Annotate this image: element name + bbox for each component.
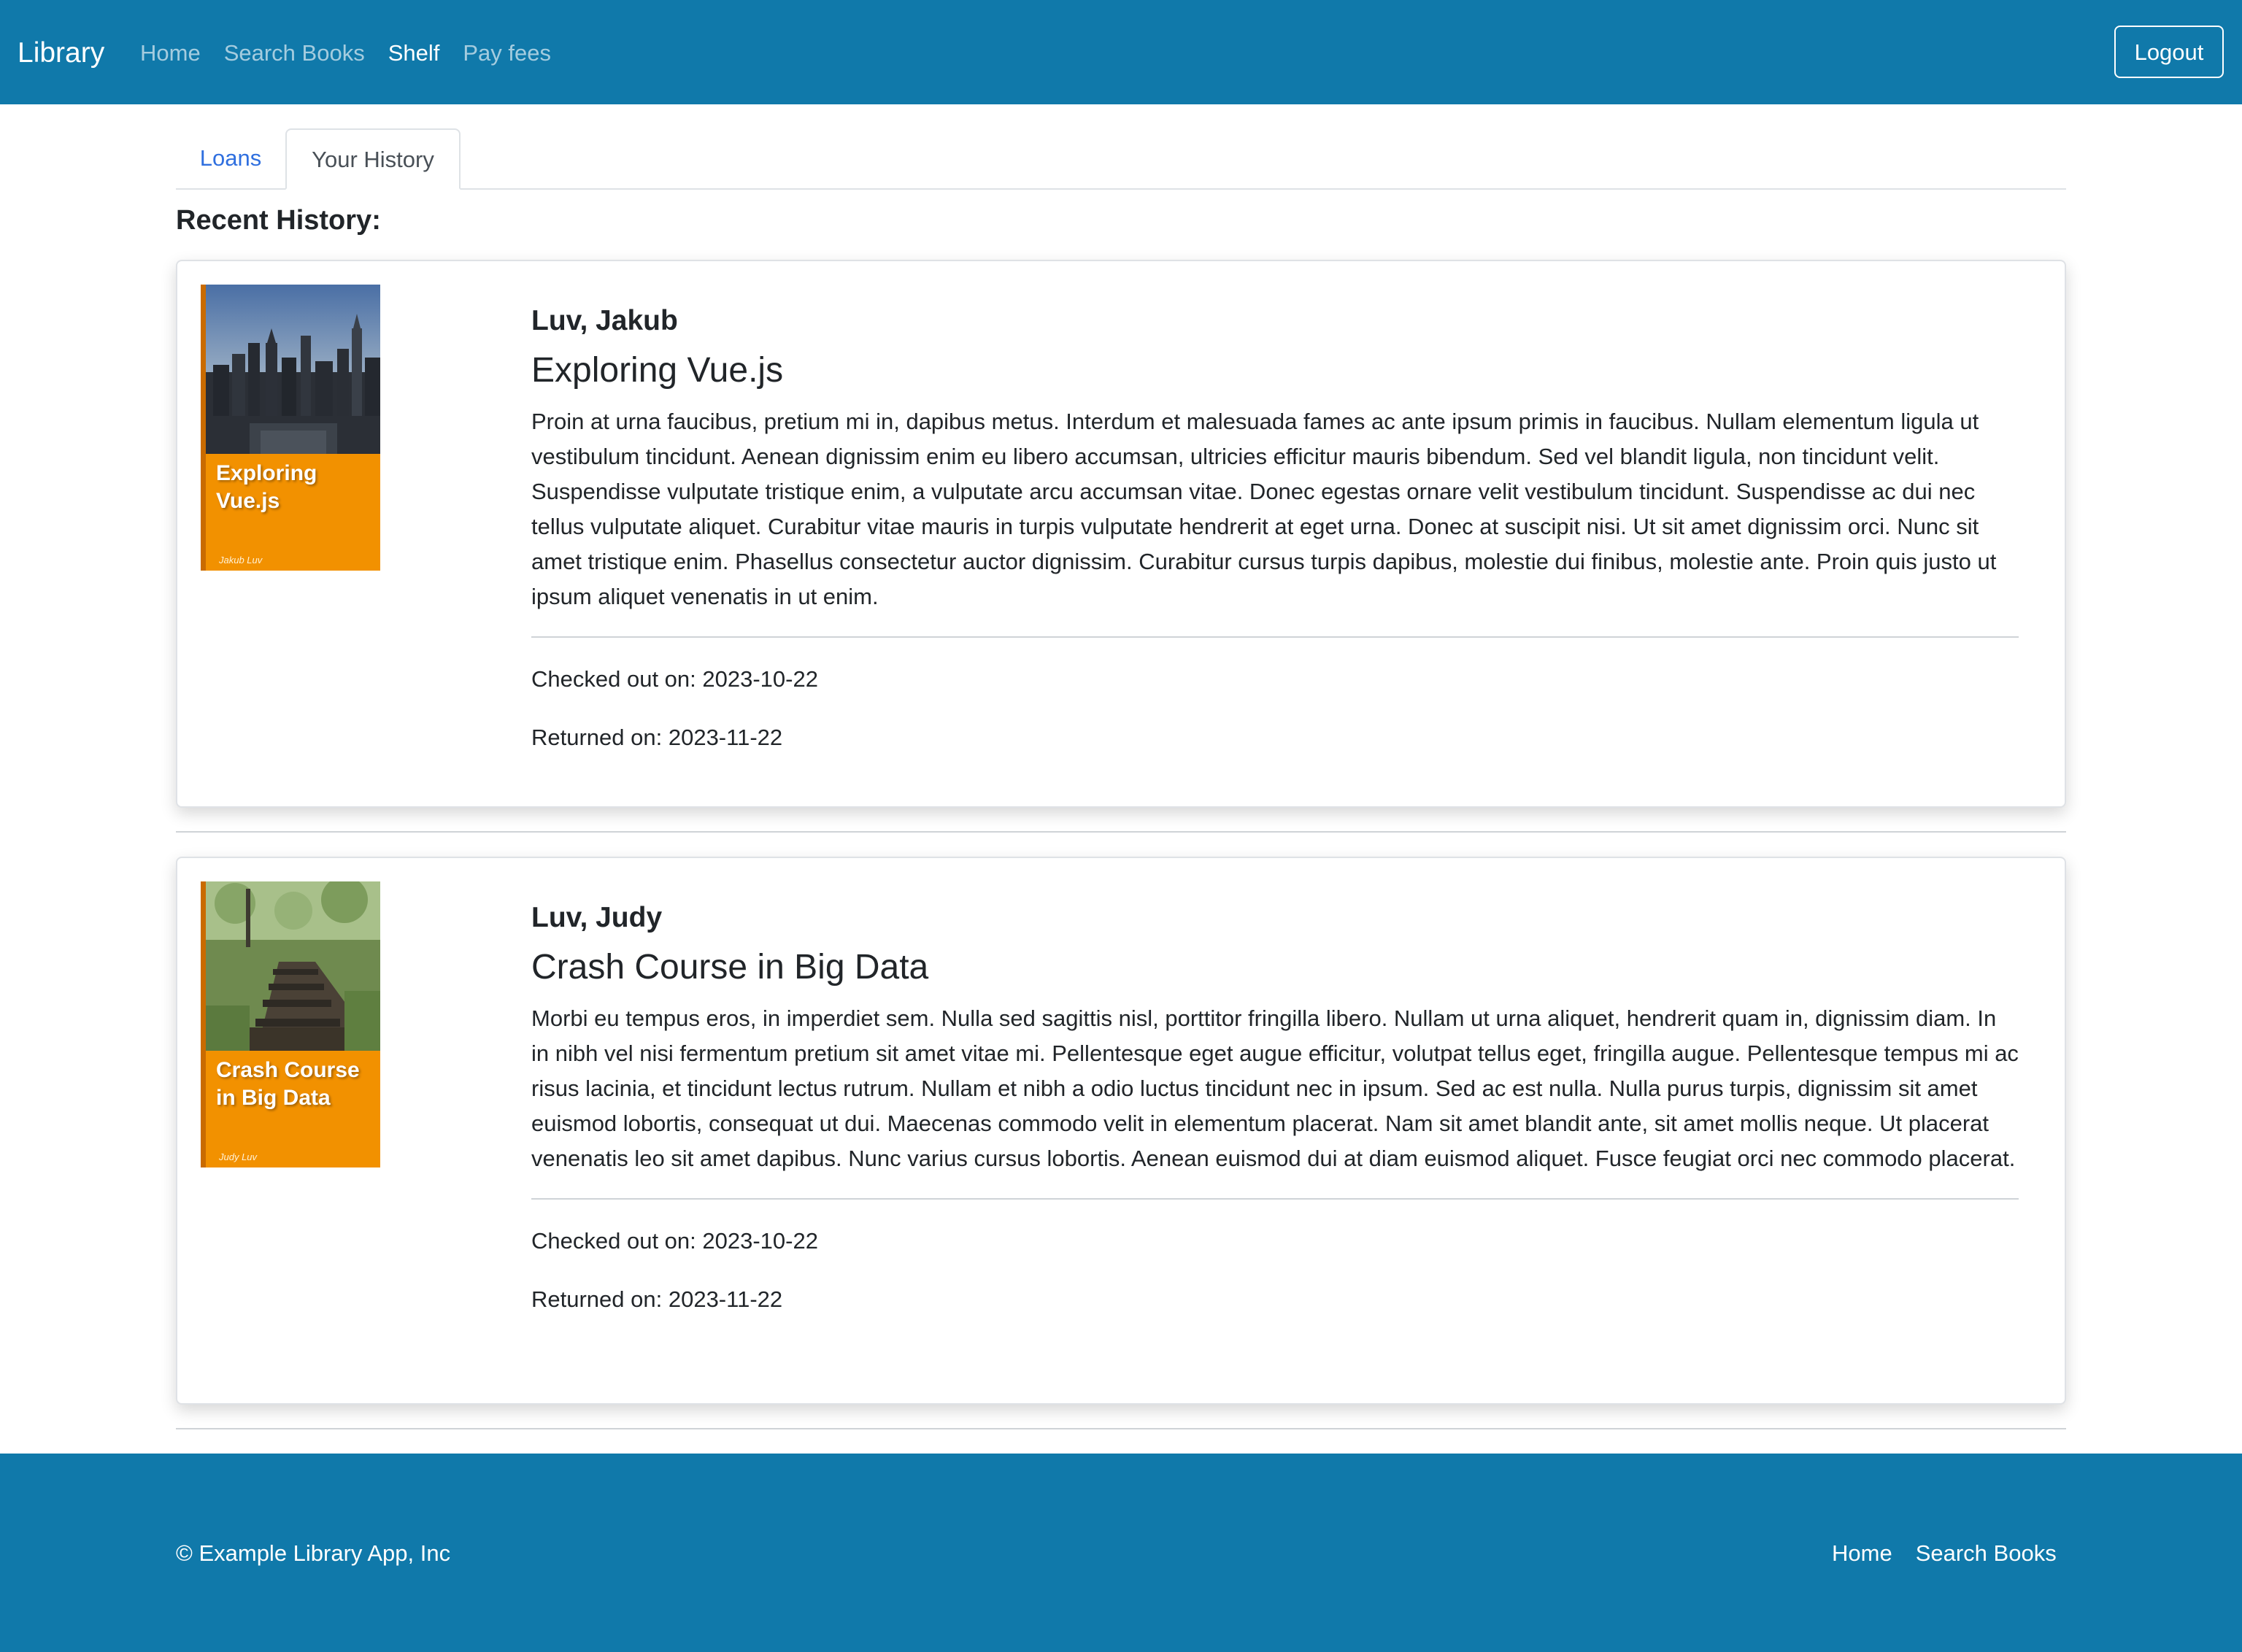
- nav-shelf-link[interactable]: Shelf: [388, 36, 440, 70]
- returned-date: Returned on: 2023-11-22: [531, 1286, 783, 1312]
- book-author: Luv, Judy: [531, 902, 663, 933]
- page-footer: © Example Library App, Inc Home Search B…: [0, 1454, 2242, 1652]
- top-navbar: Library Home Search Books Shelf Pay fees…: [0, 0, 2242, 104]
- checked-out-date: Checked out on: 2023-10-22: [531, 1228, 818, 1254]
- history-card: Exploring Vue.js Jakub Luv Luv, Jakub Ex…: [176, 260, 2066, 808]
- nav-links: Home Search Books Shelf Pay fees: [140, 36, 574, 70]
- card-body: Luv, Jakub Exploring Vue.js Proin at urn…: [531, 302, 2019, 754]
- book-author: Luv, Jakub: [531, 305, 678, 336]
- card-divider: [531, 1198, 2019, 1200]
- section-title: Recent History:: [176, 205, 381, 236]
- tab-loans[interactable]: Loans: [176, 128, 285, 188]
- cover-title-text: Crash Course in Big Data: [216, 1058, 360, 1110]
- history-card: Crash Course in Big Data Judy Luv Luv, J…: [176, 857, 2066, 1405]
- card-body: Luv, Judy Crash Course in Big Data Morbi…: [531, 899, 2019, 1316]
- book-description: Proin at urna faucibus, pretium mi in, d…: [531, 409, 1997, 609]
- shelf-tabs: Loans Your History: [176, 128, 2066, 190]
- cover-photo-city-skyline: [206, 285, 380, 454]
- footer-search-books-link[interactable]: Search Books: [1916, 1537, 2057, 1570]
- cover-photo-forest-steps: [206, 881, 380, 1051]
- card-divider: [531, 636, 2019, 638]
- nav-pay-fees-link[interactable]: Pay fees: [463, 36, 551, 70]
- book-title: Crash Course in Big Data: [531, 948, 929, 987]
- book-cover-image: Exploring Vue.js Jakub Luv: [201, 285, 380, 571]
- history-divider: [176, 1428, 2066, 1429]
- history-divider: [176, 831, 2066, 833]
- book-cover-image: Crash Course in Big Data Judy Luv: [201, 881, 380, 1167]
- logout-button[interactable]: Logout: [2114, 26, 2224, 78]
- checked-out-date: Checked out on: 2023-10-22: [531, 666, 818, 692]
- copyright-text: © Example Library App, Inc: [176, 1540, 451, 1566]
- brand-logo[interactable]: Library: [18, 34, 104, 73]
- book-description: Morbi eu tempus eros, in imperdiet sem. …: [531, 1006, 2019, 1171]
- nav-home-link[interactable]: Home: [140, 36, 201, 70]
- footer-links: Home Search Books: [1832, 1537, 2057, 1570]
- tab-your-history[interactable]: Your History: [285, 128, 461, 190]
- returned-date: Returned on: 2023-11-22: [531, 725, 783, 750]
- footer-home-link[interactable]: Home: [1832, 1537, 1892, 1570]
- book-title: Exploring Vue.js: [531, 351, 784, 390]
- cover-title-text: Exploring Vue.js: [216, 461, 317, 513]
- nav-search-books-link[interactable]: Search Books: [224, 36, 365, 70]
- cover-author-text: Judy Luv: [219, 1151, 258, 1162]
- cover-author-text: Jakub Luv: [219, 555, 263, 566]
